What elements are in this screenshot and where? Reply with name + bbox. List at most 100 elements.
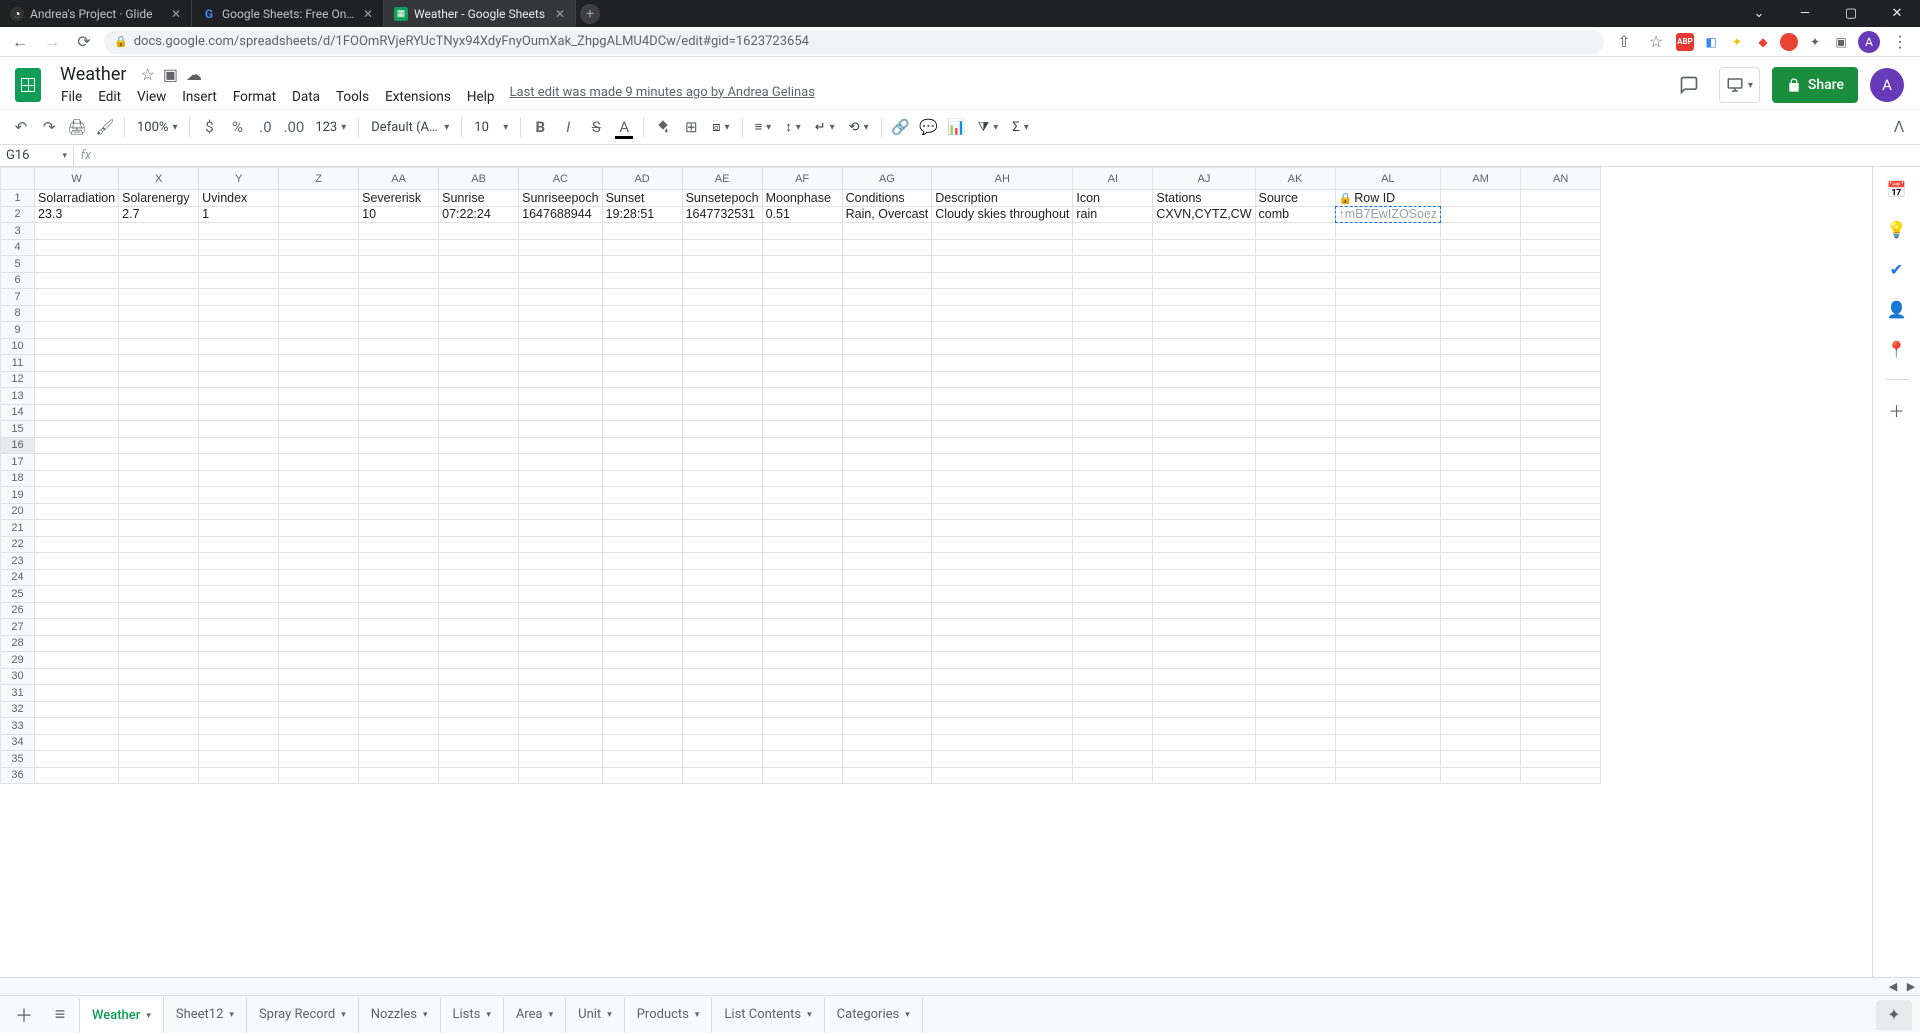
cell[interactable] xyxy=(1073,619,1153,636)
increase-decimal-icon[interactable]: .00 xyxy=(280,114,307,140)
cell[interactable] xyxy=(1255,718,1335,735)
cell[interactable] xyxy=(602,586,682,603)
close-icon[interactable]: ✕ xyxy=(363,7,373,21)
menu-file[interactable]: File xyxy=(54,85,89,109)
cell[interactable] xyxy=(1521,487,1601,504)
cell[interactable] xyxy=(359,718,439,735)
cell[interactable] xyxy=(602,668,682,685)
cell[interactable] xyxy=(1521,206,1601,223)
cell[interactable] xyxy=(932,470,1073,487)
row-header[interactable]: 5 xyxy=(1,256,35,273)
cell[interactable] xyxy=(119,355,199,372)
cell[interactable] xyxy=(762,388,842,405)
column-header[interactable]: AE xyxy=(682,168,762,190)
cell[interactable] xyxy=(1073,553,1153,570)
cell[interactable] xyxy=(439,668,519,685)
cell[interactable] xyxy=(1521,437,1601,454)
cell[interactable] xyxy=(932,586,1073,603)
row-header[interactable]: 18 xyxy=(1,470,35,487)
functions-select[interactable]: Σ▾ xyxy=(1006,114,1034,140)
cell[interactable] xyxy=(1153,289,1255,306)
cell[interactable] xyxy=(602,635,682,652)
cell[interactable] xyxy=(602,239,682,256)
cell[interactable]: rain xyxy=(1073,206,1153,223)
cell[interactable] xyxy=(932,619,1073,636)
cell[interactable] xyxy=(1255,701,1335,718)
row-header[interactable]: 27 xyxy=(1,619,35,636)
last-edit-link[interactable]: Last edit was made 9 minutes ago by Andr… xyxy=(510,85,815,109)
address-bar[interactable]: 🔒 docs.google.com/spreadsheets/d/1FOOmRV… xyxy=(104,30,1604,54)
cell[interactable] xyxy=(279,767,359,784)
cell[interactable] xyxy=(682,652,762,669)
cell[interactable] xyxy=(932,536,1073,553)
sheet-tab[interactable]: Sheet12▾ xyxy=(163,997,247,1033)
cell[interactable] xyxy=(602,503,682,520)
row-header[interactable]: 6 xyxy=(1,272,35,289)
nav-forward[interactable]: → xyxy=(40,30,64,54)
cell[interactable] xyxy=(1521,668,1601,685)
cell[interactable] xyxy=(119,602,199,619)
close-icon[interactable]: ✕ xyxy=(171,7,181,21)
cell[interactable] xyxy=(602,701,682,718)
cell[interactable] xyxy=(439,289,519,306)
cell[interactable] xyxy=(199,305,279,322)
cell[interactable] xyxy=(682,355,762,372)
cell[interactable] xyxy=(519,272,602,289)
cell[interactable] xyxy=(1335,388,1441,405)
chevron-down-icon[interactable]: ▾ xyxy=(607,1010,612,1020)
cell[interactable] xyxy=(842,421,932,438)
cell[interactable] xyxy=(762,338,842,355)
cell[interactable] xyxy=(359,503,439,520)
cell[interactable] xyxy=(359,388,439,405)
cell[interactable] xyxy=(1073,421,1153,438)
cell[interactable] xyxy=(1153,388,1255,405)
fill-color-icon[interactable] xyxy=(650,114,676,140)
cell[interactable] xyxy=(519,355,602,372)
cell[interactable] xyxy=(35,751,119,768)
cell[interactable] xyxy=(762,536,842,553)
cell[interactable] xyxy=(1073,305,1153,322)
cell[interactable] xyxy=(1255,602,1335,619)
cell[interactable] xyxy=(1335,767,1441,784)
cell[interactable] xyxy=(602,602,682,619)
cell[interactable] xyxy=(119,536,199,553)
cell[interactable] xyxy=(1521,404,1601,421)
cell[interactable] xyxy=(519,586,602,603)
print-icon[interactable]: 🖨 xyxy=(64,114,90,140)
cell[interactable] xyxy=(1255,586,1335,603)
cell[interactable] xyxy=(199,767,279,784)
cell[interactable] xyxy=(1073,239,1153,256)
cell[interactable] xyxy=(1521,635,1601,652)
cell[interactable] xyxy=(519,437,602,454)
cell[interactable] xyxy=(1441,751,1521,768)
cell[interactable] xyxy=(519,223,602,240)
cell[interactable] xyxy=(35,437,119,454)
cell[interactable] xyxy=(842,256,932,273)
cell[interactable] xyxy=(519,487,602,504)
cell[interactable] xyxy=(519,289,602,306)
cell[interactable] xyxy=(1073,503,1153,520)
menu-format[interactable]: Format xyxy=(226,85,283,109)
cell[interactable] xyxy=(439,338,519,355)
cell[interactable] xyxy=(1255,404,1335,421)
cell[interactable] xyxy=(1153,239,1255,256)
cell[interactable] xyxy=(199,256,279,273)
cell[interactable] xyxy=(932,322,1073,339)
cell[interactable] xyxy=(842,536,932,553)
cell[interactable] xyxy=(439,355,519,372)
cell[interactable] xyxy=(842,322,932,339)
cell[interactable] xyxy=(1153,520,1255,537)
cell[interactable] xyxy=(279,619,359,636)
cell[interactable] xyxy=(359,289,439,306)
cell[interactable] xyxy=(1521,470,1601,487)
cell[interactable] xyxy=(1441,371,1521,388)
cell[interactable] xyxy=(119,338,199,355)
cell[interactable] xyxy=(1335,751,1441,768)
cell[interactable] xyxy=(199,652,279,669)
cell[interactable] xyxy=(199,503,279,520)
cell[interactable] xyxy=(119,470,199,487)
cell[interactable] xyxy=(842,586,932,603)
cell[interactable] xyxy=(932,487,1073,504)
cell[interactable] xyxy=(932,652,1073,669)
cell[interactable] xyxy=(1255,388,1335,405)
